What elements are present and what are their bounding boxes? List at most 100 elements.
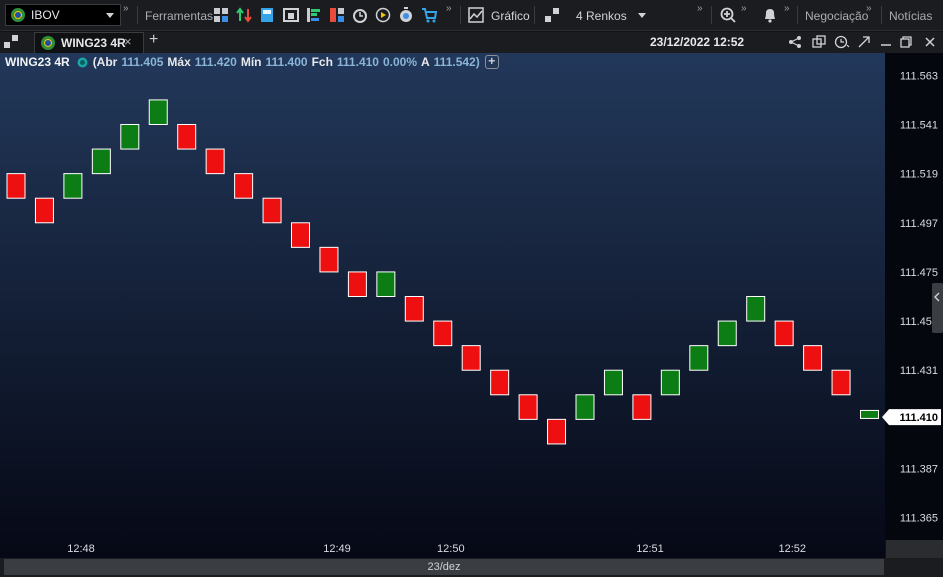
a-label: A [421,55,430,69]
negociacao-menu[interactable]: Negociação [805,9,868,23]
renko-selector[interactable]: 4 Renkos [576,9,627,23]
clock-icon[interactable] [834,35,850,49]
divider [797,6,798,24]
grid-tool-icon[interactable] [213,7,229,23]
calculator-icon[interactable] [259,7,275,23]
renko-brick [120,123,140,150]
renko-brick [575,394,595,420]
last-price-label: 111.410 [899,412,938,424]
book-icon[interactable] [283,7,299,23]
cart-icon[interactable] [421,7,437,23]
timeline-footer: 23/dez [0,558,943,577]
renko-brick [404,296,424,322]
brazil-flag-icon [11,8,25,22]
renko-brick [831,369,851,396]
min-value: 111.400 [265,55,308,69]
divider [881,6,882,24]
y-tick-label: 111.541 [900,119,938,131]
chart-canvas[interactable]: 111.563 111.541 111.519 111.497 111.475 111.4… [0,53,943,558]
ohlc-symbol: WING23 4R [5,55,70,69]
divider [137,6,138,24]
side-panel-toggle[interactable] [932,283,943,333]
timeline-scrollbar[interactable]: 23/dez [4,559,884,575]
renko-brick [803,345,823,371]
divider [534,6,535,24]
noticias-menu[interactable]: Notícias [889,9,932,23]
y-tick-label: 111.365 [900,513,938,525]
expand-chevron-icon[interactable]: » [866,3,872,14]
x-tick-label: 12:50 [437,543,465,555]
y-tick-label: 111.475 [900,267,938,279]
max-value: 111.420 [194,55,237,69]
strategy-icon[interactable] [329,7,345,23]
expand-chevron-icon[interactable]: » [697,3,703,14]
ohlc-header: WING23 4R (Abr 111.405 Máx 111.420 Mín 1… [5,55,499,69]
minimize-icon[interactable] [879,35,893,49]
bell-icon[interactable] [762,7,778,23]
renko-brick [774,320,794,347]
restore-icon[interactable] [899,35,913,49]
renko-brick [632,394,652,420]
symbol-selector[interactable]: IBOV [5,4,121,26]
renko-brick [34,197,54,224]
brazil-flag-icon [41,36,55,50]
renko-brick [433,320,453,347]
layout-grid-icon[interactable] [4,34,22,50]
renko-brick [518,394,538,420]
max-label: Máx [167,55,191,69]
min-label: Mín [240,55,262,69]
abr-label: (Abr [92,55,118,69]
alarm-clock-icon[interactable] [352,7,368,23]
expand-chevron-icon[interactable]: » [741,3,747,14]
y-tick-label: 111.387 [900,464,938,476]
divider [711,6,712,24]
add-tab-icon[interactable]: + [149,31,158,49]
chart-type-icon[interactable] [468,7,484,23]
renko-brick [490,369,510,396]
y-tick-label: 111.497 [900,218,938,230]
fch-label: Fch [311,55,333,69]
renko-brick [148,99,168,125]
expand-chevron-icon[interactable]: » [446,3,452,14]
stopwatch-icon[interactable] [398,7,414,23]
renko-brick [860,409,879,419]
renko-brick [319,246,339,273]
close-icon[interactable] [923,35,937,49]
link-windows-icon[interactable] [812,35,826,49]
live-status-icon [77,57,88,67]
y-tick-label: 111.431 [900,365,938,377]
chevron-down-icon [106,13,114,18]
chart-menu[interactable]: Gráfico [491,9,530,23]
share-icon[interactable] [788,35,802,49]
x-tick-label: 12:52 [778,543,806,555]
fch-value: 111.410 [336,55,379,69]
footer-date: 23/dez [427,561,461,573]
top-toolbar: IBOV » Ferramentas » Gráfico 4 Renkos » … [0,0,943,31]
change-value: 0.00% [382,55,417,69]
renko-brick [6,173,26,199]
renko-brick [547,418,567,445]
renko-brick [63,173,83,199]
y-tick-label: 111.563 [900,70,938,82]
x-tick-label: 12:51 [636,543,664,555]
add-indicator-button[interactable]: + [484,55,499,69]
expand-chevron-icon[interactable]: » [784,3,790,14]
collapse-icon[interactable] [857,35,871,49]
zoom-in-icon[interactable] [720,7,736,23]
renko-brick [177,123,197,150]
x-tick-label: 12:48 [67,543,95,555]
replay-icon[interactable] [375,7,391,23]
renko-brick [461,345,481,371]
chart-tab-row: WING23 4R × + 23/12/2022 12:52 [0,31,943,53]
renko-brick [347,271,367,297]
expand-chevron-icon[interactable]: » [123,3,129,14]
close-tab-icon[interactable]: × [124,34,132,49]
tools-menu[interactable]: Ferramentas [145,9,213,23]
order-book-icon[interactable] [306,7,322,23]
chevron-down-icon[interactable] [638,13,646,18]
up-down-arrows-icon[interactable] [236,7,252,23]
renko-brick [660,369,680,396]
symbol-text: IBOV [31,8,60,22]
renko-chart[interactable]: 111.563 111.541 111.519 111.497 111.475 111.4… [0,53,943,558]
renko-bricks-icon[interactable] [544,7,560,23]
